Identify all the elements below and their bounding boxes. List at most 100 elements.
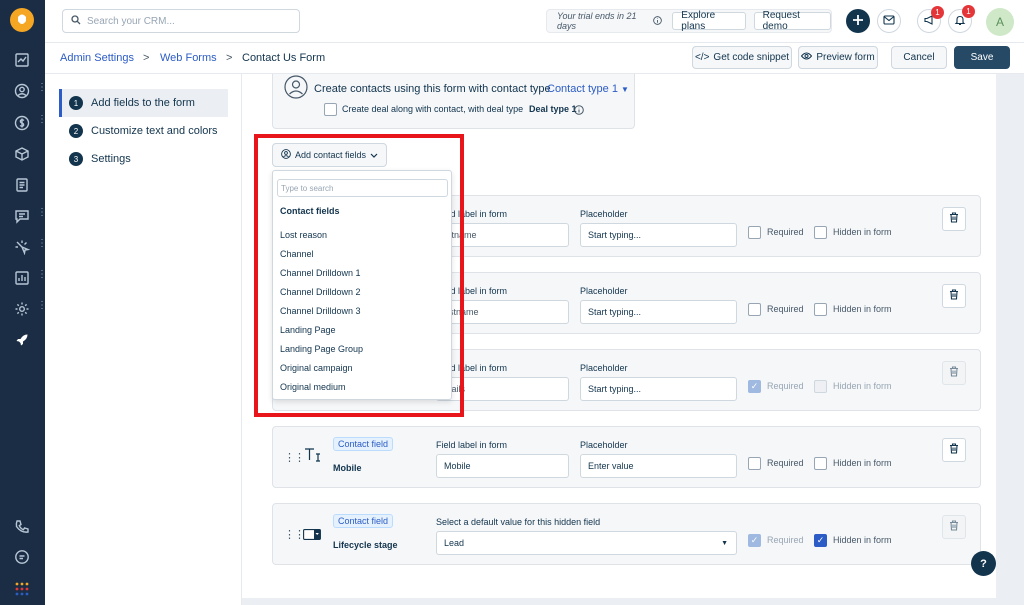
required-checkbox: ✓ xyxy=(748,380,761,393)
settings-gear-icon[interactable] xyxy=(12,299,32,319)
quick-add-button[interactable] xyxy=(846,9,870,33)
reports-icon[interactable] xyxy=(12,268,32,288)
dropdown-field-icon xyxy=(303,529,321,543)
documents-icon[interactable] xyxy=(12,175,32,195)
hidden-checkbox[interactable] xyxy=(814,457,827,470)
app-sidebar: ⋮ ⋮ ⋮ ⋮ ⋮ ⋮ xyxy=(0,0,47,605)
required-label: Required xyxy=(767,458,804,468)
help-button[interactable]: ? xyxy=(971,551,996,576)
contacts-more-icon[interactable]: ⋮ xyxy=(37,83,47,93)
reports-more-icon[interactable]: ⋮ xyxy=(37,270,47,280)
delete-field-button[interactable] xyxy=(942,207,966,231)
drag-handle-icon[interactable]: ⋮⋮ xyxy=(284,451,305,464)
cancel-button[interactable]: Cancel xyxy=(891,46,947,69)
default-value-select[interactable]: Lead ▼ xyxy=(436,531,737,555)
placeholder-input[interactable]: Enter value xyxy=(580,454,737,478)
caret-down-icon: ▼ xyxy=(721,539,728,547)
rocket-icon[interactable] xyxy=(12,330,32,350)
drag-handle-icon[interactable]: ⋮⋮ xyxy=(284,528,305,541)
request-demo-button[interactable]: Request demo xyxy=(753,10,831,32)
hidden-checkbox[interactable] xyxy=(814,226,827,239)
settings-more-icon[interactable]: ⋮ xyxy=(37,301,47,311)
delete-field-button[interactable] xyxy=(942,438,966,462)
delete-field-button[interactable] xyxy=(942,284,966,308)
conversations-more-icon[interactable]: ⋮ xyxy=(37,208,47,218)
breadcrumb-separator: > xyxy=(143,52,150,64)
placeholder-input[interactable]: Start typing... xyxy=(580,223,737,247)
breadcrumb-current: Contact Us Form xyxy=(242,52,326,64)
contact-type-dropdown[interactable]: Contact type 1 ▼ xyxy=(547,83,629,95)
automation-icon[interactable] xyxy=(12,237,32,257)
required-label: Required xyxy=(767,227,804,237)
placeholder-header: Placeholder xyxy=(580,440,628,450)
hidden-label: Hidden in form xyxy=(833,535,892,545)
step-label: Add fields to the form xyxy=(91,97,195,109)
crm-search-input[interactable]: Search your CRM... xyxy=(62,9,300,33)
hidden-checkbox[interactable]: ✓ xyxy=(814,534,827,547)
automation-more-icon[interactable]: ⋮ xyxy=(37,239,47,249)
placeholder-input[interactable]: Start typing... xyxy=(580,377,737,401)
email-button[interactable] xyxy=(877,9,901,33)
info-icon[interactable] xyxy=(653,15,663,27)
save-button[interactable]: Save xyxy=(954,46,1010,69)
trash-icon xyxy=(949,289,959,303)
required-checkbox[interactable] xyxy=(748,457,761,470)
highlight-box xyxy=(254,134,464,417)
chat-icon[interactable] xyxy=(12,547,32,567)
breadcrumb-admin-settings[interactable]: Admin Settings xyxy=(60,52,134,64)
hidden-label: Hidden in form xyxy=(833,458,892,468)
notifications-button[interactable]: 1 xyxy=(948,5,975,33)
field-label-input[interactable]: Mobile xyxy=(436,454,569,478)
hidden-label: Hidden in form xyxy=(833,381,892,391)
info-icon[interactable] xyxy=(574,104,584,118)
app-logo-icon[interactable] xyxy=(10,8,34,32)
delete-field-button xyxy=(942,361,966,385)
conversations-icon[interactable] xyxy=(12,206,32,226)
step-number: 3 xyxy=(69,152,83,166)
create-deal-checkbox[interactable] xyxy=(324,103,337,116)
placeholder-header: Placeholder xyxy=(580,363,628,373)
required-label: Required xyxy=(767,381,804,391)
hidden-label: Hidden in form xyxy=(833,227,892,237)
trash-icon xyxy=(949,520,959,534)
required-checkbox[interactable] xyxy=(748,226,761,239)
required-label: Required xyxy=(767,535,804,545)
hidden-checkbox[interactable] xyxy=(814,303,827,316)
phone-icon[interactable] xyxy=(12,517,32,537)
default-value-header: Select a default value for this hidden f… xyxy=(436,517,601,527)
products-icon[interactable] xyxy=(12,144,32,164)
user-avatar[interactable]: A xyxy=(986,8,1014,36)
step-customize[interactable]: 2 Customize text and colors xyxy=(59,117,228,145)
required-checkbox: ✓ xyxy=(748,534,761,547)
preview-form-button[interactable]: Preview form xyxy=(798,46,878,69)
top-bar: Search your CRM... Your trial ends in 21… xyxy=(45,0,1024,43)
placeholder-header: Placeholder xyxy=(580,209,628,219)
deals-icon[interactable] xyxy=(12,113,32,133)
explore-plans-button[interactable]: Explore plans xyxy=(672,10,746,32)
steps-nav: 1 Add fields to the form 2 Customize tex… xyxy=(45,74,242,605)
search-placeholder: Search your CRM... xyxy=(87,15,175,27)
required-checkbox[interactable] xyxy=(748,303,761,316)
contact-type-value: Contact type 1 xyxy=(547,83,618,95)
hidden-label: Hidden in form xyxy=(833,304,892,314)
get-code-snippet-button[interactable]: </> Get code snippet xyxy=(692,46,792,69)
required-label: Required xyxy=(767,304,804,314)
dashboard-icon[interactable] xyxy=(12,50,32,70)
contact-type-text: Create contacts using this form with con… xyxy=(314,83,551,95)
step-add-fields[interactable]: 1 Add fields to the form xyxy=(59,89,228,117)
updates-button[interactable]: 1 xyxy=(917,6,944,33)
deals-more-icon[interactable]: ⋮ xyxy=(37,115,47,125)
field-name: Mobile xyxy=(333,463,362,473)
placeholder-header: Placeholder xyxy=(580,286,628,296)
search-icon xyxy=(71,14,81,28)
deal-type-value: Deal type 1 xyxy=(529,104,577,114)
step-settings[interactable]: 3 Settings xyxy=(59,145,228,173)
breadcrumb-bar: Admin Settings > Web Forms > Contact Us … xyxy=(45,43,1024,74)
step-number: 1 xyxy=(69,96,83,110)
trash-icon xyxy=(949,443,959,457)
contacts-icon[interactable] xyxy=(12,81,32,101)
trial-banner: Your trial ends in 21 days Explore plans… xyxy=(546,9,832,33)
apps-grid-icon[interactable] xyxy=(12,579,32,599)
breadcrumb-web-forms[interactable]: Web Forms xyxy=(160,52,217,64)
placeholder-input[interactable]: Start typing... xyxy=(580,300,737,324)
